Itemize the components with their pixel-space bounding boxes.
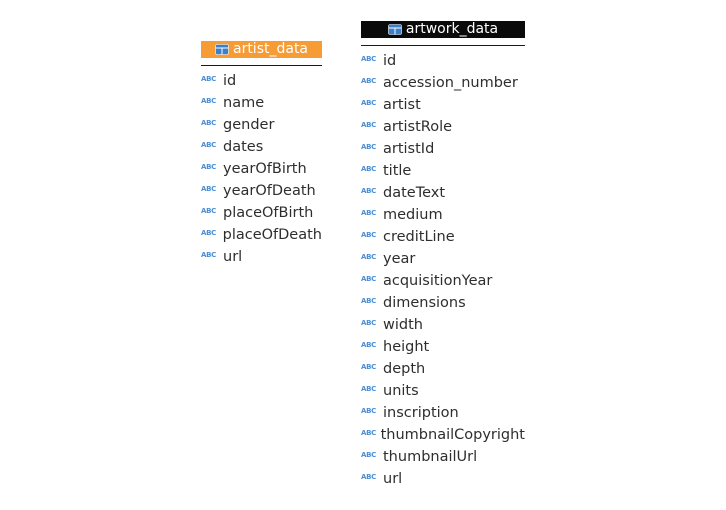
abc-type-icon: ABC bbox=[361, 187, 376, 195]
column-name: dates bbox=[223, 139, 264, 155]
column-row-artist[interactable]: ABC artist bbox=[361, 94, 525, 116]
abc-type-icon: ABC bbox=[201, 163, 216, 171]
column-row-artistid[interactable]: ABC artistId bbox=[361, 138, 525, 160]
column-name: year bbox=[383, 251, 416, 267]
abc-type-icon: ABC bbox=[201, 207, 216, 215]
column-row-dimensions[interactable]: ABC dimensions bbox=[361, 292, 525, 314]
column-row-units[interactable]: ABC units bbox=[361, 380, 525, 402]
column-row-medium[interactable]: ABC medium bbox=[361, 204, 525, 226]
column-name: yearOfBirth bbox=[223, 161, 307, 177]
column-name: thumbnailUrl bbox=[383, 449, 478, 465]
abc-type-icon: ABC bbox=[361, 143, 376, 151]
column-name: accession_number bbox=[383, 75, 518, 91]
abc-type-icon: ABC bbox=[361, 407, 376, 415]
column-name: acquisitionYear bbox=[383, 273, 493, 289]
column-name: medium bbox=[383, 207, 443, 223]
column-row-id[interactable]: ABC id bbox=[201, 70, 322, 92]
column-name: width bbox=[383, 317, 423, 333]
column-name: artist bbox=[383, 97, 421, 113]
abc-type-icon: ABC bbox=[201, 119, 216, 127]
entity-header-artist-data[interactable]: artist_data bbox=[201, 41, 322, 58]
abc-type-icon: ABC bbox=[361, 231, 376, 239]
table-icon bbox=[215, 44, 229, 55]
abc-type-icon: ABC bbox=[361, 99, 376, 107]
column-name: yearOfDeath bbox=[223, 183, 316, 199]
column-name: placeOfDeath bbox=[222, 227, 322, 243]
abc-type-icon: ABC bbox=[361, 275, 376, 283]
abc-type-icon: ABC bbox=[361, 473, 376, 481]
column-row-thumbnailurl[interactable]: ABC thumbnailUrl bbox=[361, 446, 525, 468]
column-row-name[interactable]: ABC name bbox=[201, 92, 322, 114]
column-name: url bbox=[223, 249, 243, 265]
column-name: name bbox=[223, 95, 265, 111]
column-name: artistId bbox=[383, 141, 435, 157]
abc-type-icon: ABC bbox=[201, 229, 216, 237]
column-name: artistRole bbox=[383, 119, 453, 135]
column-name: placeOfBirth bbox=[223, 205, 314, 221]
column-name: depth bbox=[383, 361, 426, 377]
abc-type-icon: ABC bbox=[201, 251, 216, 259]
header-divider bbox=[361, 45, 525, 46]
column-row-url[interactable]: ABC url bbox=[201, 246, 322, 268]
column-name: dimensions bbox=[383, 295, 466, 311]
column-row-gender[interactable]: ABC gender bbox=[201, 114, 322, 136]
abc-type-icon: ABC bbox=[201, 75, 216, 83]
column-name: creditLine bbox=[383, 229, 455, 245]
column-row-url[interactable]: ABC url bbox=[361, 468, 525, 490]
column-row-creditline[interactable]: ABC creditLine bbox=[361, 226, 525, 248]
entity-header-artwork-data[interactable]: artwork_data bbox=[361, 21, 525, 38]
entity-title: artist_data bbox=[232, 41, 309, 57]
abc-type-icon: ABC bbox=[201, 185, 216, 193]
column-row-accession-number[interactable]: ABC accession_number bbox=[361, 72, 525, 94]
column-row-placeofbirth[interactable]: ABC placeOfBirth bbox=[201, 202, 322, 224]
column-row-height[interactable]: ABC height bbox=[361, 336, 525, 358]
abc-type-icon: ABC bbox=[361, 363, 376, 371]
column-row-datetext[interactable]: ABC dateText bbox=[361, 182, 525, 204]
column-row-dates[interactable]: ABC dates bbox=[201, 136, 322, 158]
abc-type-icon: ABC bbox=[361, 121, 376, 129]
abc-type-icon: ABC bbox=[361, 341, 376, 349]
abc-type-icon: ABC bbox=[361, 209, 376, 217]
column-name: units bbox=[383, 383, 419, 399]
abc-type-icon: ABC bbox=[361, 253, 376, 261]
abc-type-icon: ABC bbox=[361, 385, 376, 393]
column-row-inscription[interactable]: ABC inscription bbox=[361, 402, 525, 424]
abc-type-icon: ABC bbox=[361, 165, 376, 173]
table-icon bbox=[388, 24, 402, 35]
column-name: thumbnailCopyright bbox=[380, 427, 525, 443]
column-row-artistrole[interactable]: ABC artistRole bbox=[361, 116, 525, 138]
abc-type-icon: ABC bbox=[361, 297, 376, 305]
column-list: ABC id ABC accession_number ABC artist ABC arti… bbox=[361, 50, 525, 490]
column-row-acquisitionyear[interactable]: ABC acquisitionYear bbox=[361, 270, 525, 292]
column-name: inscription bbox=[383, 405, 459, 421]
abc-type-icon: ABC bbox=[361, 77, 376, 85]
column-row-width[interactable]: ABC width bbox=[361, 314, 525, 336]
column-name: url bbox=[383, 471, 403, 487]
entity-title: artwork_data bbox=[405, 21, 499, 37]
column-name: id bbox=[223, 73, 237, 89]
header-divider bbox=[201, 65, 322, 66]
abc-type-icon: ABC bbox=[361, 451, 376, 459]
column-row-id[interactable]: ABC id bbox=[361, 50, 525, 72]
column-name: dateText bbox=[383, 185, 446, 201]
column-row-title[interactable]: ABC title bbox=[361, 160, 525, 182]
column-list: ABC id ABC name ABC gender ABC dates ABC yearOfBi… bbox=[201, 70, 322, 268]
entity-artist-data[interactable]: artist_data ABC id ABC name ABC gender ABC date… bbox=[201, 41, 322, 268]
abc-type-icon: ABC bbox=[201, 97, 216, 105]
column-name: id bbox=[383, 53, 397, 69]
abc-type-icon: ABC bbox=[361, 55, 376, 63]
column-row-placeofdeath[interactable]: ABC placeOfDeath bbox=[201, 224, 322, 246]
column-row-yearofbirth[interactable]: ABC yearOfBirth bbox=[201, 158, 322, 180]
abc-type-icon: ABC bbox=[361, 429, 376, 437]
abc-type-icon: ABC bbox=[361, 319, 376, 327]
column-row-year[interactable]: ABC year bbox=[361, 248, 525, 270]
column-row-depth[interactable]: ABC depth bbox=[361, 358, 525, 380]
column-row-thumbnailcopyright[interactable]: ABC thumbnailCopyright bbox=[361, 424, 525, 446]
column-name: gender bbox=[223, 117, 275, 133]
entity-artwork-data[interactable]: artwork_data ABC id ABC accession_number ABC… bbox=[361, 21, 525, 490]
column-row-yearofdeath[interactable]: ABC yearOfDeath bbox=[201, 180, 322, 202]
column-name: height bbox=[383, 339, 430, 355]
abc-type-icon: ABC bbox=[201, 141, 216, 149]
column-name: title bbox=[383, 163, 412, 179]
